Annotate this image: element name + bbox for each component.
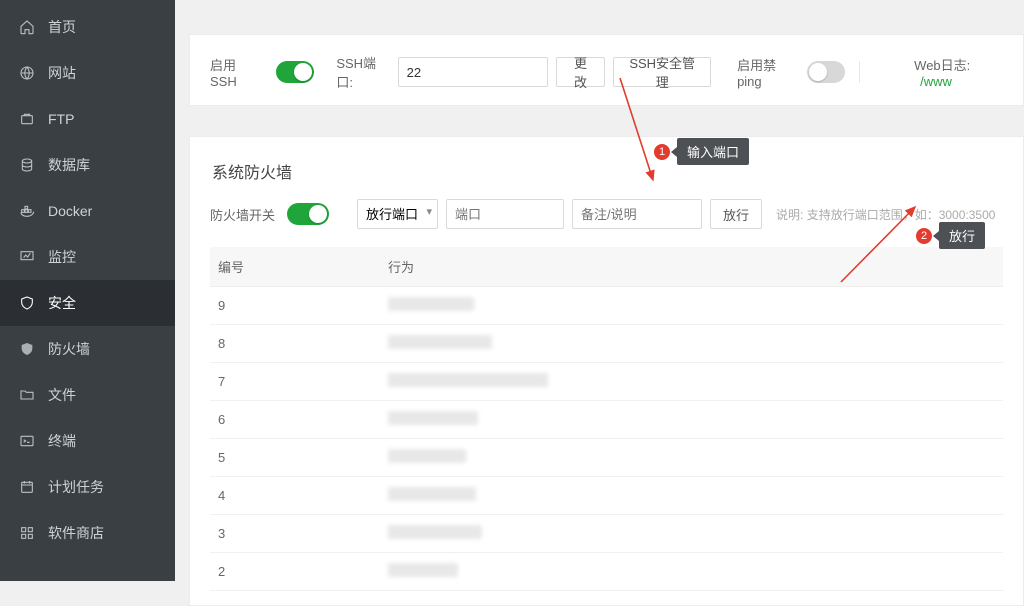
divider [859,61,860,83]
table-row: 9 [210,287,1003,325]
sidebar-item-home[interactable]: 首页 [0,4,175,50]
sidebar-item-appstore[interactable]: 软件商店 [0,510,175,556]
monitor-icon [18,248,36,266]
sidebar-item-docker[interactable]: Docker [0,188,175,234]
firewall-card: 系统防火墙 防火墙开关 放行端口 放行 说明: 支持放行端口范围，如：3000:… [189,136,1024,606]
cell-no: 5 [210,439,380,477]
table-row: 7 [210,363,1003,401]
cell-action [380,363,1003,401]
table-row: 3 [210,515,1003,553]
ftp-icon [18,110,36,128]
sidebar-item-label: 计划任务 [48,477,104,497]
table-row: 4 [210,477,1003,515]
cell-no: 8 [210,325,380,363]
sidebar-item-label: 首页 [48,17,76,37]
security-icon [18,294,36,312]
sidebar-item-cron[interactable]: 计划任务 [0,464,175,510]
weblog-label: Web日志: /www [914,55,1003,89]
fw-remark-input[interactable] [572,199,702,229]
ssh-port-input[interactable] [398,57,548,87]
fw-port-input[interactable] [446,199,564,229]
sidebar-item-database[interactable]: 数据库 [0,142,175,188]
table-row: 6 [210,401,1003,439]
table-row: 8 [210,325,1003,363]
section-title: 系统防火墙 [210,155,1003,199]
main: 启用SSH SSH端口: 更改 SSH安全管理 启用禁ping Web日志: /… [175,0,1024,581]
ssh-toggle[interactable] [276,61,314,83]
appstore-icon [18,524,36,542]
sidebar-item-label: 防火墙 [48,339,90,359]
sidebar-item-label: FTP [48,111,74,127]
sidebar-item-security[interactable]: 安全 [0,280,175,326]
sidebar-item-site[interactable]: 网站 [0,50,175,96]
cell-action [380,325,1003,363]
site-icon [18,64,36,82]
cell-action [380,401,1003,439]
cell-action [380,477,1003,515]
sidebar-item-firewall[interactable]: 防火墙 [0,326,175,372]
table-row: 5 [210,439,1003,477]
cell-no: 9 [210,287,380,325]
cell-no: 7 [210,363,380,401]
fw-hint: 说明: 支持放行端口范围，如：3000:3500 [776,206,995,223]
ssh-card: 启用SSH SSH端口: 更改 SSH安全管理 启用禁ping Web日志: /… [189,34,1024,106]
home-icon [18,18,36,36]
cron-icon [18,478,36,496]
cell-no: 4 [210,477,380,515]
ping-label: 启用禁ping [737,55,795,89]
fw-toggle[interactable] [287,203,329,225]
database-icon [18,156,36,174]
fw-type-select[interactable]: 放行端口 [357,199,438,229]
docker-icon [18,202,36,220]
ssh-security-button[interactable]: SSH安全管理 [613,57,711,87]
firewall-icon [18,340,36,358]
fw-type-select-wrap: 放行端口 [357,199,438,229]
sidebar-item-label: Docker [48,203,92,219]
sidebar-item-label: 安全 [48,293,76,313]
terminal-icon [18,432,36,450]
sidebar-item-terminal[interactable]: 终端 [0,418,175,464]
sidebar-item-label: 监控 [48,247,76,267]
col-no: 编号 [210,247,380,287]
ping-toggle[interactable] [807,61,845,83]
sidebar-item-label: 文件 [48,385,76,405]
files-icon [18,386,36,404]
ssh-modify-button[interactable]: 更改 [556,57,606,87]
cell-no: 3 [210,515,380,553]
fw-allow-button[interactable]: 放行 [710,199,762,229]
cell-action [380,553,1003,591]
sidebar-item-label: 终端 [48,431,76,451]
col-action: 行为 [380,247,1003,287]
weblog-link[interactable]: /www [920,74,952,89]
sidebar-item-label: 网站 [48,63,76,83]
sidebar-item-label: 软件商店 [48,523,104,543]
sidebar-item-label: 数据库 [48,155,90,175]
cell-action [380,515,1003,553]
cell-action [380,439,1003,477]
fw-table: 编号 行为 98765432 [210,247,1003,591]
cell-action [380,287,1003,325]
cell-no: 2 [210,553,380,591]
cell-no: 6 [210,401,380,439]
table-row: 2 [210,553,1003,591]
ssh-port-label: SSH端口: [336,53,387,91]
fw-switch-label: 防火墙开关 [210,205,275,224]
sidebar-item-files[interactable]: 文件 [0,372,175,418]
sidebar: 首页网站 FTP 数据库 Docker 监控安全防火墙文件终端计划任务软件商店 [0,0,175,581]
sidebar-item-monitor[interactable]: 监控 [0,234,175,280]
sidebar-item-ftp[interactable]: FTP [0,96,175,142]
ssh-enable-label: 启用SSH [210,55,258,89]
